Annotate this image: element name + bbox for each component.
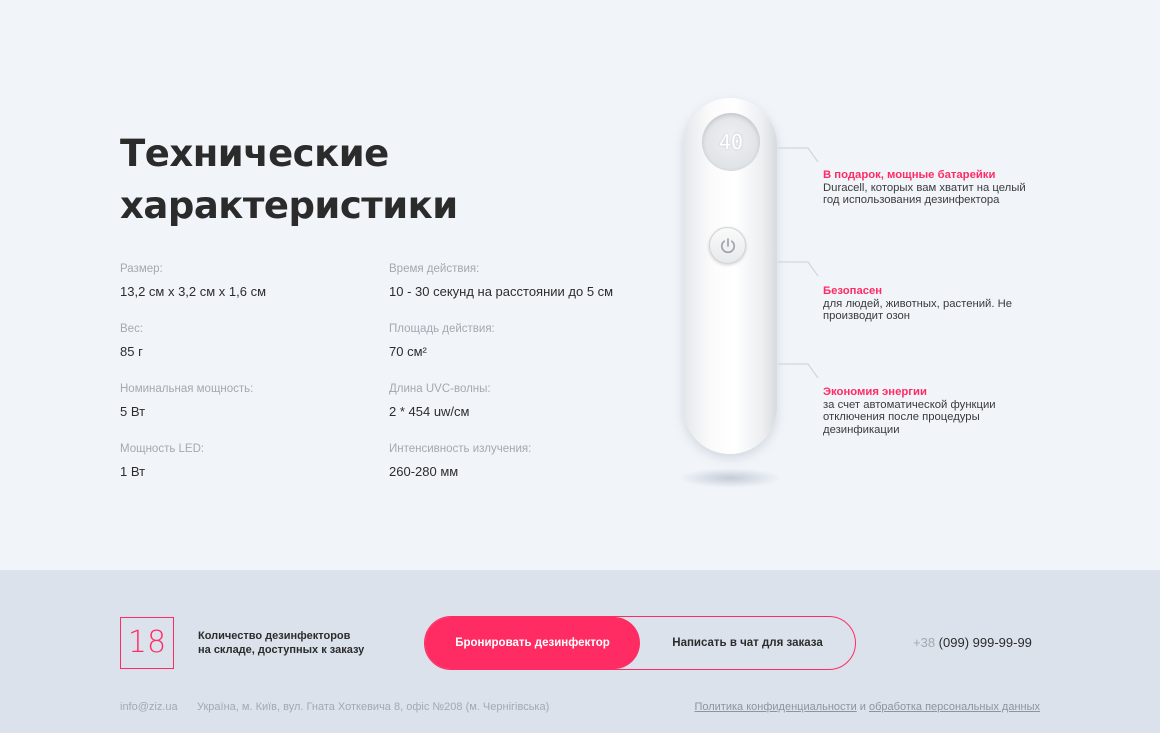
spec-value: 10 - 30 секунд на расстоянии до 5 см [389, 284, 614, 299]
stock-count-badge: 18 [120, 617, 174, 669]
stock-text-line-1: Количество дезинфекторов [198, 630, 351, 642]
spec-label: Вес: [120, 323, 144, 335]
callout-heading: Экономия энергии [823, 386, 927, 398]
power-icon [721, 238, 735, 254]
callout-connectors [778, 147, 819, 379]
spec-value: 5 Вт [120, 404, 146, 419]
section-title: Технические характеристики [120, 128, 540, 232]
phone-link[interactable]: +38 (099) 999-99-99 [913, 635, 1032, 650]
callout-heading: В подарок, мощные батарейки [823, 169, 996, 181]
spec-size: Размер: 13,2 см х 3,2 см х 1,6 см [120, 262, 266, 300]
book-disinfector-button[interactable]: Бронировать дезинфектор [425, 617, 640, 669]
spec-action-area: Площадь действия: 70 см² [389, 322, 495, 360]
device-shadow [678, 468, 782, 488]
spec-radiation-intensity: Интенсивность излучения: 260-280 мм [389, 442, 531, 480]
policy-links: Политика конфиденциальности и обработка … [694, 701, 1040, 713]
spec-value: 2 * 454 uw/см [389, 404, 470, 419]
callout-text: для людей, животных, растений. Не произв… [823, 297, 1013, 323]
spec-label: Время действия: [389, 263, 480, 275]
title-line-1: Технические [120, 132, 389, 175]
policy-and-text: и [856, 701, 869, 713]
power-button-graphic [709, 227, 746, 264]
email-link[interactable]: info@ziz.ua [120, 701, 178, 713]
office-address: Україна, м. Київ, вул. Гната Хоткевича 8… [197, 701, 550, 713]
spec-label: Размер: [120, 263, 163, 275]
spec-value: 70 см² [389, 344, 427, 359]
spec-action-time: Время действия: 10 - 30 секунд на рассто… [389, 262, 613, 300]
spec-value: 1 Вт [120, 464, 146, 479]
callout-text: за счет автоматической функции отключени… [823, 398, 996, 436]
phone-code: +38 [913, 635, 936, 650]
spec-weight: Вес: 85 г [120, 322, 143, 360]
spec-nominal-power: Номинальная мощность: 5 Вт [120, 382, 253, 420]
spec-value: 260-280 мм [389, 464, 459, 479]
stock-count-text: Количество дезинфекторов на складе, дост… [198, 629, 398, 657]
callout-safe: Безопасен для людей, животных, растений.… [823, 285, 1043, 323]
callout-energy: Экономия энергии за счет автоматической … [823, 386, 1043, 436]
device-display: 40 [702, 113, 760, 171]
spec-label: Площадь действия: [389, 323, 495, 335]
phone-number: (099) 999-99-99 [935, 635, 1032, 650]
spec-value: 13,2 см х 3,2 см х 1,6 см [120, 284, 267, 299]
callout-batteries: В подарок, мощные батарейки Duracell, ко… [823, 169, 1043, 207]
stock-text-line-2: на складе, доступных к заказу [198, 644, 365, 656]
spec-uvc-wavelength: Длина UVC-волны: 2 * 454 uw/см [389, 382, 491, 420]
spec-label: Длина UVC-волны: [389, 383, 491, 395]
privacy-policy-link[interactable]: Политика конфиденциальности [694, 701, 856, 713]
spec-label: Интенсивность излучения: [389, 443, 532, 455]
chat-order-button[interactable]: Написать в чат для заказа [640, 617, 855, 669]
callout-text: Duracell, которых вам хватит на целый го… [823, 181, 1026, 207]
spec-value: 85 г [120, 344, 143, 359]
personal-data-link[interactable]: обработка персональных данных [869, 701, 1040, 713]
spec-led-power: Мощность LED: 1 Вт [120, 442, 204, 480]
spec-label: Мощность LED: [120, 443, 205, 455]
device-display-value: 40 [718, 130, 744, 154]
spec-label: Номинальная мощность: [120, 383, 254, 395]
callout-heading: Безопасен [823, 285, 883, 297]
title-line-2: характеристики [120, 184, 458, 227]
